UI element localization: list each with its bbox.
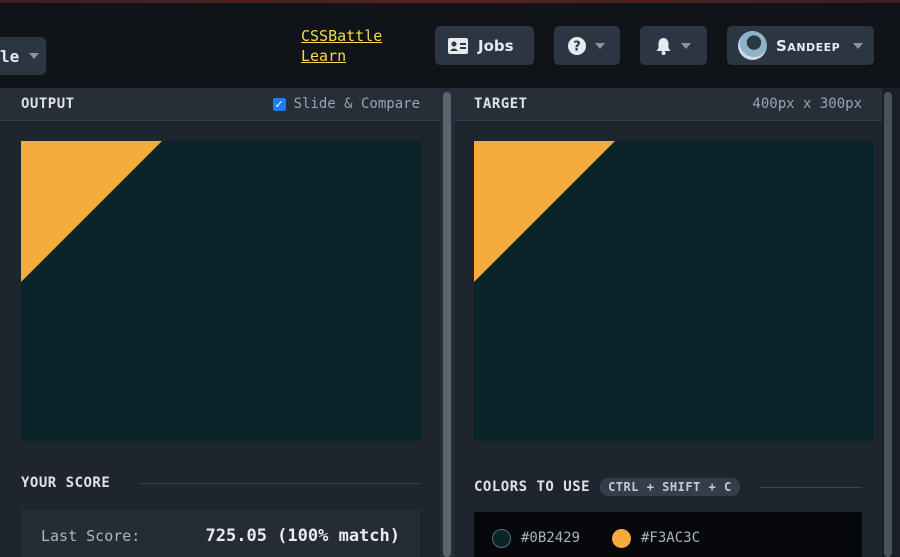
right-scrollbar[interactable] xyxy=(884,92,892,557)
score-divider xyxy=(140,482,420,484)
colors-title: COLORS TO USE xyxy=(474,479,591,495)
output-canvas[interactable] xyxy=(21,141,421,441)
checkbox-icon[interactable]: ✓ xyxy=(272,97,286,111)
avatar xyxy=(738,31,767,60)
notifications-button[interactable] xyxy=(640,26,707,65)
output-triangle xyxy=(21,141,162,282)
user-name: Sandeep xyxy=(776,36,841,55)
menu-dropdown-label: le xyxy=(0,46,20,66)
cssbattle-link[interactable]: CSSBattle xyxy=(301,26,382,46)
chevron-down-icon xyxy=(595,42,605,49)
last-score-label: Last Score: xyxy=(41,527,141,545)
chevron-down-icon xyxy=(853,42,864,49)
colors-divider xyxy=(759,486,862,488)
chevron-down-icon xyxy=(681,42,691,49)
slide-compare-toggle[interactable]: ✓ Slide & Compare xyxy=(272,96,420,112)
jobs-button[interactable]: Jobs xyxy=(435,26,534,65)
target-header: TARGET 400px x 300px xyxy=(454,88,882,121)
help-circle-icon: ? xyxy=(568,36,586,55)
color-swatch-0[interactable] xyxy=(492,529,511,548)
menu-dropdown-button[interactable]: le xyxy=(0,37,46,75)
color-hex-0[interactable]: #0B2429 xyxy=(521,529,580,548)
score-section-header: YOUR SCORE xyxy=(21,475,420,491)
slide-compare-label: Slide & Compare xyxy=(293,96,420,112)
help-menu-button[interactable]: ? xyxy=(554,26,620,65)
target-title: TARGET xyxy=(474,96,528,112)
score-box: Last Score: 725.05 (100% match) xyxy=(21,510,420,557)
id-card-icon xyxy=(448,37,468,54)
nav-links: CSSBattle Learn xyxy=(301,26,382,66)
bell-icon xyxy=(656,37,671,55)
jobs-label: Jobs xyxy=(478,36,514,55)
learn-link[interactable]: Learn xyxy=(301,46,382,66)
chevron-down-icon xyxy=(29,53,40,59)
svg-text:?: ? xyxy=(573,39,581,54)
target-size: 400px x 300px xyxy=(752,96,862,112)
colors-section-header: COLORS TO USE CTRL + SHIFT + C xyxy=(474,478,862,496)
target-triangle xyxy=(474,141,615,282)
user-menu-button[interactable]: Sandeep xyxy=(727,26,874,65)
target-canvas xyxy=(474,141,874,441)
score-title: YOUR SCORE xyxy=(21,475,111,491)
last-score-value: 725.05 (100% match) xyxy=(205,526,400,546)
output-header: OUTPUT ✓ Slide & Compare xyxy=(0,88,440,121)
left-scrollbar[interactable] xyxy=(443,92,451,557)
colors-shortcut-badge: CTRL + SHIFT + C xyxy=(600,478,740,496)
colors-box: #0B2429 #F3AC3C xyxy=(474,512,862,557)
color-hex-1[interactable]: #F3AC3C xyxy=(641,529,700,548)
color-swatch-1[interactable] xyxy=(612,529,631,548)
output-title: OUTPUT xyxy=(21,96,75,112)
